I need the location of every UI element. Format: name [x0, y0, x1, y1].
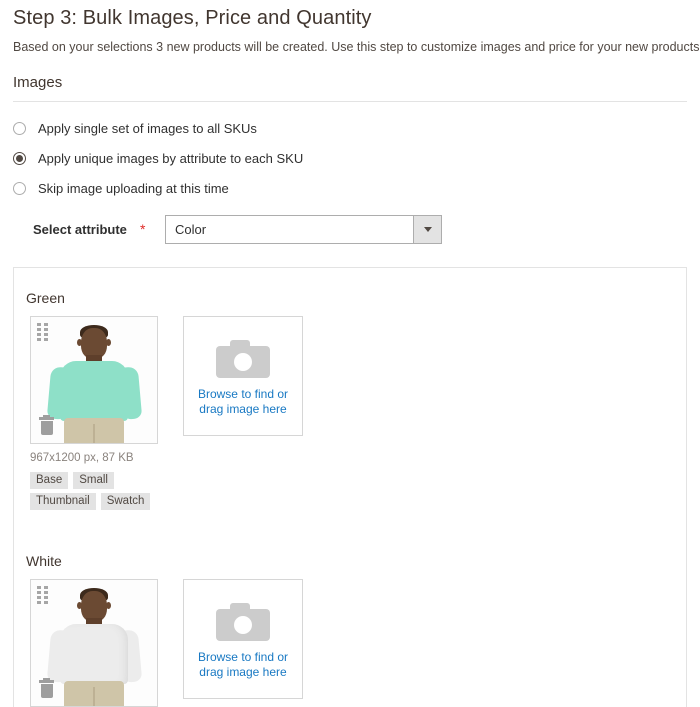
product-image-tile[interactable]	[30, 316, 158, 444]
image-role-tag[interactable]: Base	[30, 472, 69, 489]
page-title: Step 3: Bulk Images, Price and Quantity	[13, 7, 372, 29]
section-divider	[13, 101, 687, 102]
upload-dropzone-text: Browse to find or drag image here	[198, 650, 288, 680]
image-role-tag[interactable]: Swatch	[100, 493, 151, 510]
camera-icon	[216, 602, 270, 641]
attribute-group-title: White	[26, 553, 62, 569]
image-mode-radio-group: Apply single set of images to all SKUs A…	[13, 113, 513, 203]
select-attribute-value: Color	[175, 222, 207, 237]
image-tile-list: Browse to find or drag image here	[30, 579, 303, 707]
image-role-tag[interactable]: Small	[73, 472, 114, 489]
chevron-down-icon[interactable]	[413, 216, 441, 243]
delete-image-icon[interactable]	[39, 415, 54, 435]
radio-label: Apply single set of images to all SKUs	[38, 120, 257, 136]
radio-option-apply-unique-images[interactable]: Apply unique images by attribute to each…	[13, 143, 513, 173]
image-role-tags: Base Small Thumbnail Swatch	[30, 472, 155, 514]
images-section-heading: Images	[13, 74, 63, 91]
camera-icon	[216, 339, 270, 378]
page-subtitle: Based on your selections 3 new products …	[13, 40, 700, 54]
image-metadata: 967x1200 px, 87 KB	[30, 452, 134, 464]
upload-image-dropzone[interactable]: Browse to find or drag image here	[183, 579, 303, 699]
bulk-images-step-page: Step 3: Bulk Images, Price and Quantity …	[0, 0, 700, 707]
required-asterisk: *	[140, 221, 146, 237]
upload-text-line2: drag image here	[199, 664, 287, 679]
drag-handle-icon[interactable]	[37, 586, 49, 604]
radio-label: Apply unique images by attribute to each…	[38, 150, 304, 166]
drag-handle-icon[interactable]	[37, 323, 49, 341]
upload-image-dropzone[interactable]: Browse to find or drag image here	[183, 316, 303, 436]
radio-option-apply-single-set[interactable]: Apply single set of images to all SKUs	[13, 113, 513, 143]
select-attribute-dropdown[interactable]: Color	[165, 215, 442, 244]
radio-label: Skip image uploading at this time	[38, 180, 229, 196]
image-tile-list: Browse to find or drag image here	[30, 316, 303, 444]
radio-option-skip-image-uploading[interactable]: Skip image uploading at this time	[13, 173, 513, 203]
radio-indicator[interactable]	[13, 181, 26, 195]
image-role-tag[interactable]: Thumbnail	[30, 493, 96, 510]
upload-dropzone-text: Browse to find or drag image here	[198, 387, 288, 417]
image-role-tag-row: Thumbnail Swatch	[30, 493, 155, 510]
radio-indicator-selected[interactable]	[13, 151, 26, 165]
upload-text-line1: Browse to find or	[197, 649, 289, 664]
image-role-tag-row: Base Small	[30, 472, 155, 489]
upload-text-line2: drag image here	[199, 401, 287, 416]
delete-image-icon[interactable]	[39, 678, 54, 698]
attribute-group-title: Green	[26, 290, 65, 306]
radio-indicator[interactable]	[13, 121, 26, 135]
upload-text-line1: Browse to find or	[197, 386, 289, 401]
product-image-tile[interactable]	[30, 579, 158, 707]
select-attribute-label: Select attribute	[33, 222, 127, 237]
attribute-image-panel: Green Browse to find or drag image here …	[13, 267, 687, 707]
